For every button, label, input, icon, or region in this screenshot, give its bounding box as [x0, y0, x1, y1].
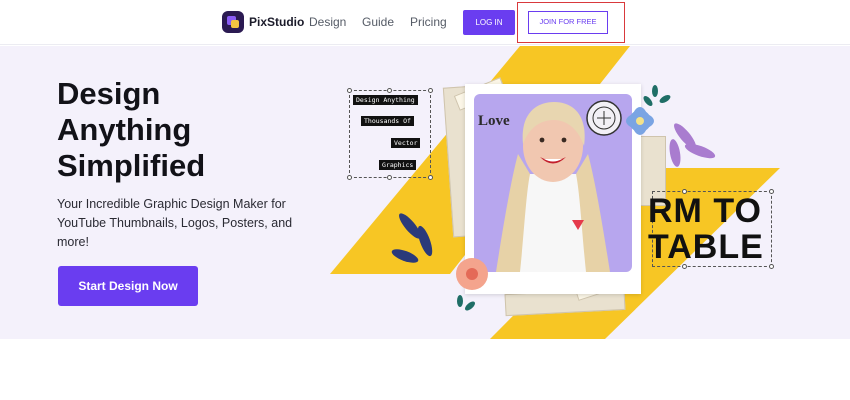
resize-handle[interactable] — [347, 175, 352, 180]
resize-handle[interactable] — [428, 88, 433, 93]
site-header: PixStudio Design Guide Pricing LOG IN JO… — [0, 0, 850, 45]
hero-subtitle-line-1: Your Incredible Graphic Design Maker for — [57, 197, 286, 211]
hero-collage: Love Design Anything Thousands Of Vector… — [330, 46, 790, 339]
tag-design-anything: Design Anything — [353, 95, 418, 105]
pixstudio-logo-icon[interactable] — [222, 11, 244, 33]
flower-decoration-top — [626, 85, 716, 167]
resize-handle[interactable] — [428, 175, 433, 180]
tag-thousands-of: Thousands Of — [361, 116, 414, 126]
nav-design[interactable]: Design — [309, 15, 346, 29]
brand-name[interactable]: PixStudio — [249, 15, 304, 29]
hero-title-line-1: Design — [57, 76, 161, 111]
tag-vector: Vector — [391, 138, 421, 148]
tag-graphics: Graphics — [379, 160, 417, 170]
bold-text-line-1: RM TO — [648, 192, 762, 230]
flower-decoration-bottom — [391, 213, 488, 311]
hero-title-line-2: Anything — [57, 112, 192, 147]
hero-title-line-3: Simplified — [57, 148, 206, 183]
hero-subtitle-line-2: YouTube Thumbnails, Logos, Posters, and — [57, 216, 293, 230]
resize-handle[interactable] — [769, 264, 774, 269]
hero-section: Design Anything Simplified Your Incredib… — [0, 46, 850, 339]
resize-handle[interactable] — [347, 88, 352, 93]
resize-handle[interactable] — [769, 189, 774, 194]
bold-text-line-2: TABLE — [648, 228, 764, 266]
hero-subtitle-line-3: more! — [57, 235, 89, 249]
start-design-button[interactable]: Start Design Now — [58, 266, 198, 306]
resize-handle[interactable] — [387, 88, 392, 93]
login-button[interactable]: LOG IN — [463, 10, 515, 35]
nav-guide[interactable]: Guide — [362, 15, 394, 29]
join-for-free-button[interactable]: JOIN FOR FREE — [528, 11, 608, 34]
love-text: Love — [478, 113, 510, 129]
nav-pricing[interactable]: Pricing — [410, 15, 447, 29]
resize-handle[interactable] — [387, 175, 392, 180]
